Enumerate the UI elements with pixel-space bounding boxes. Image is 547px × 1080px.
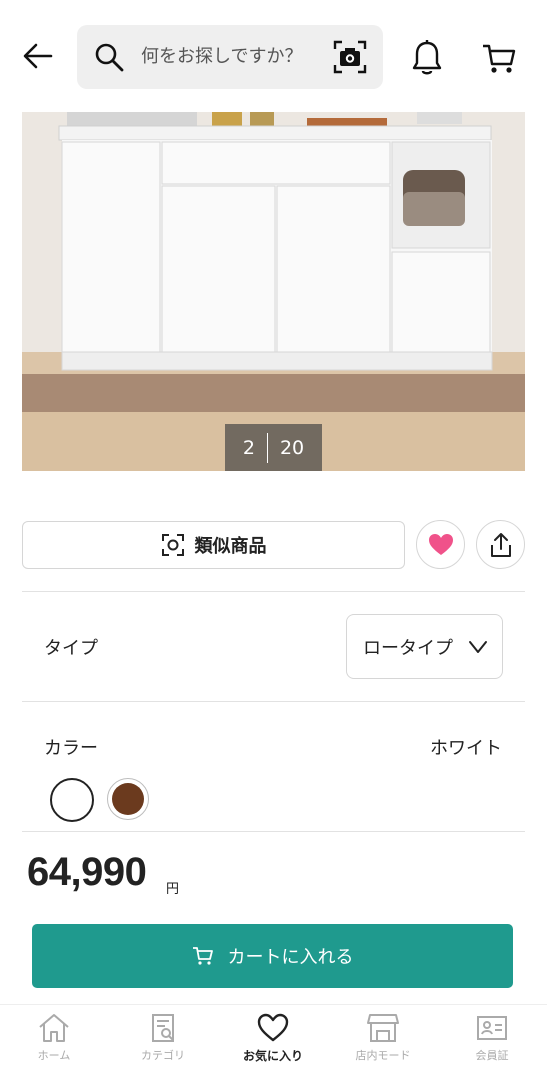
nav-label: ホーム (37, 1049, 71, 1062)
color-label: カラー (44, 738, 98, 759)
image-counter: 2 20 (225, 424, 322, 471)
share-button[interactable] (476, 520, 525, 569)
similar-products-button[interactable]: 類似商品 (22, 521, 405, 569)
add-to-cart-label: カートに入れる (227, 947, 354, 968)
divider (22, 701, 525, 702)
cabinet-photo (22, 112, 525, 471)
search-icon (95, 43, 124, 72)
color-value: ホワイト (430, 738, 502, 759)
home-icon (39, 1014, 69, 1042)
cart-icon (192, 947, 213, 965)
favorite-button[interactable] (416, 520, 465, 569)
store-icon (367, 1014, 399, 1042)
color-swatch-white[interactable] (50, 778, 94, 822)
nav-label: お気に入り (242, 1049, 303, 1063)
id-card-icon (477, 1016, 507, 1040)
nav-item-home[interactable]: ホーム (9, 1013, 99, 1075)
nav-label: 会員証 (475, 1049, 509, 1062)
share-icon (490, 532, 511, 557)
scan-icon (161, 534, 184, 556)
heart-icon (428, 533, 453, 555)
bottom-nav: ホーム カテゴリ お気に入り 店内モード 会員証 (0, 1004, 547, 1080)
header: 何をお探しですか？ (0, 0, 547, 112)
category-icon (152, 1014, 174, 1042)
bell-icon (412, 40, 442, 75)
search-input[interactable]: 何をお探しですか？ (77, 25, 383, 89)
divider (22, 591, 525, 592)
color-swatch-brown-fill (112, 783, 144, 815)
nav-label: カテゴリ (141, 1049, 185, 1062)
color-swatch-brown[interactable] (107, 778, 149, 820)
price-currency: 円 (166, 882, 180, 897)
add-to-cart-button[interactable]: カートに入れる (32, 924, 513, 988)
nav-item-member-card[interactable]: 会員証 (447, 1013, 537, 1075)
type-label: タイプ (44, 638, 98, 659)
image-counter-total: 20 (279, 436, 305, 459)
divider (22, 831, 525, 832)
nav-item-category[interactable]: カテゴリ (118, 1013, 208, 1075)
nav-item-favorites[interactable]: お気に入り (228, 1013, 318, 1075)
nav-item-store-mode[interactable]: 店内モード (338, 1013, 428, 1075)
camera-search-icon[interactable] (332, 39, 368, 75)
price: 64,990 (27, 850, 147, 894)
notification-button[interactable] (408, 38, 446, 78)
nav-label: 店内モード (355, 1049, 411, 1062)
image-counter-current: 2 (242, 436, 255, 459)
chevron-down-icon (469, 641, 487, 653)
cart-icon (483, 44, 516, 73)
back-button[interactable] (18, 36, 58, 76)
product-image[interactable]: 2 20 (22, 112, 525, 471)
type-select-value: ロータイプ (363, 637, 453, 659)
cart-button[interactable] (480, 38, 518, 78)
heart-outline-icon (257, 1013, 289, 1042)
counter-divider (266, 432, 268, 463)
arrow-left-icon (23, 43, 53, 69)
search-placeholder: 何をお探しですか？ (141, 46, 303, 67)
type-select[interactable]: ロータイプ (346, 614, 503, 679)
similar-products-label: 類似商品 (194, 536, 267, 557)
